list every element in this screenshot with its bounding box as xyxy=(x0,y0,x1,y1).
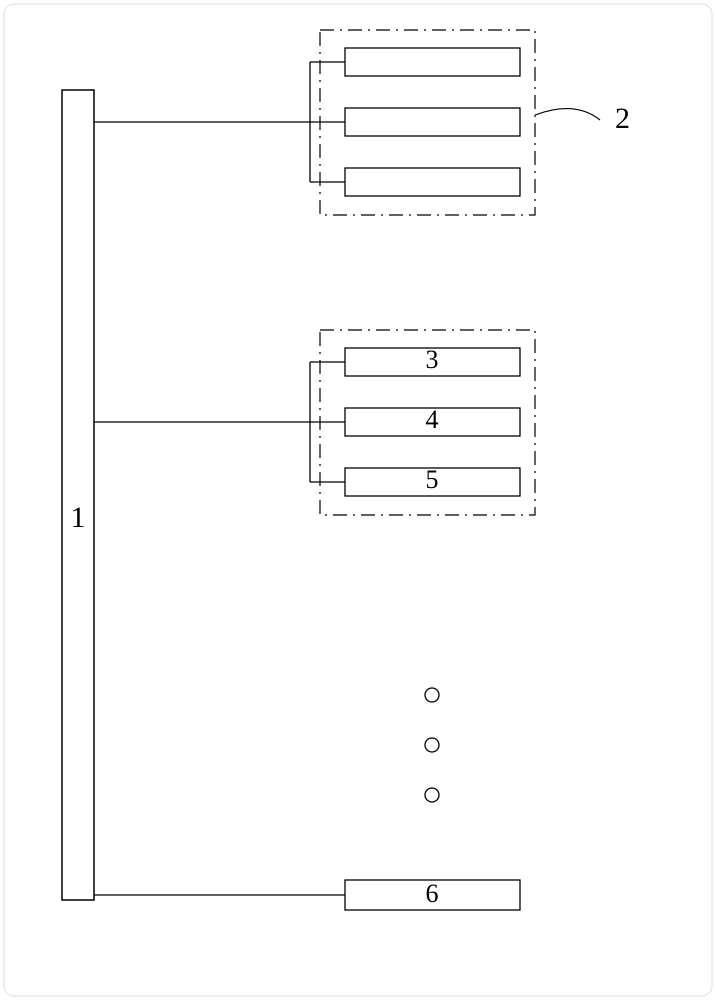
callout-leader-2 xyxy=(535,109,600,120)
main-block xyxy=(62,90,94,900)
group-mid-sub2-label: 4 xyxy=(426,405,439,434)
ellipsis-dot-2 xyxy=(425,738,439,752)
group-top-sub3 xyxy=(345,168,520,196)
group-top-sub2 xyxy=(345,108,520,136)
group-mid-sub3-label: 5 xyxy=(426,465,439,494)
page-border xyxy=(4,4,712,996)
diagram-canvas: 1 2 3 4 5 6 xyxy=(0,0,716,1000)
group-top-callout-label: 2 xyxy=(615,102,630,135)
main-block-label: 1 xyxy=(71,501,86,534)
bottom-block-label: 6 xyxy=(426,879,439,908)
ellipsis-dot-3 xyxy=(425,788,439,802)
group-top-sub1 xyxy=(345,48,520,76)
group-top-container xyxy=(320,30,535,215)
group-mid-sub1-label: 3 xyxy=(426,345,439,374)
ellipsis-dot-1 xyxy=(425,688,439,702)
